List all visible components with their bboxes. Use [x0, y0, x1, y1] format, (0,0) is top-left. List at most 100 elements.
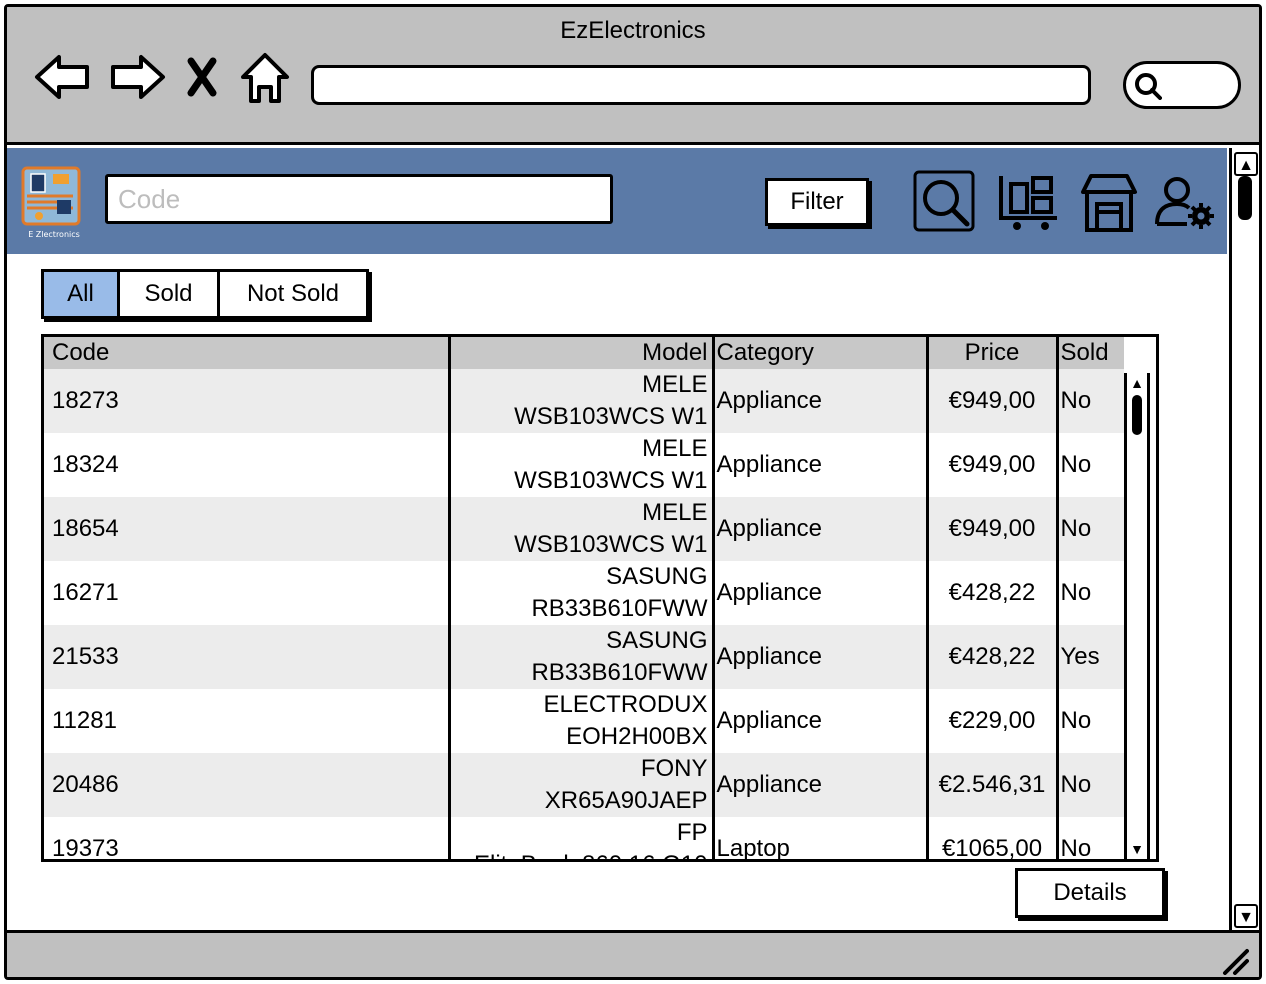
page-scroll-thumb[interactable] — [1238, 176, 1252, 220]
cell-price-text: €428,22 — [948, 643, 1036, 670]
forward-arrow-icon[interactable] — [107, 47, 167, 107]
products-table: Code Model Category Price Sold 18273 MELE… — [41, 334, 1159, 862]
cell-category-text: Appliance — [716, 579, 822, 606]
cell-code: 20486 — [44, 753, 451, 817]
cell-model-text: EliteBook 860 16 G10 — [459, 849, 708, 859]
cell-price-text: €428,22 — [948, 579, 1036, 606]
cell-sold-text: No — [1060, 707, 1092, 734]
cell-category: Appliance — [713, 689, 929, 753]
cell-price: €949,00 — [927, 369, 1059, 433]
tab-sold[interactable]: Sold — [120, 272, 220, 316]
cell-sold: No — [1057, 689, 1124, 753]
scroll-up-arrow-icon[interactable]: ▲ — [1234, 152, 1258, 176]
logo-text: E Zlectronics — [28, 230, 80, 239]
search-icon — [1134, 72, 1162, 100]
close-x-icon[interactable] — [177, 47, 227, 107]
scroll-up-arrow-icon[interactable]: ▲ — [1127, 373, 1147, 393]
cell-code-text: 16271 — [52, 579, 119, 606]
table-row[interactable]: 11281 ELECTRODUX EOH2H00BX Appliance €229,00… — [44, 689, 1124, 753]
column-header-sold[interactable]: Sold — [1057, 337, 1124, 369]
cell-sold-text: No — [1060, 387, 1092, 414]
address-bar[interactable] — [311, 65, 1091, 105]
column-header-code[interactable]: Code — [44, 337, 451, 369]
table-header-row: Code Model Category Price Sold — [44, 337, 1124, 369]
app-header: E Zlectronics Filter — [7, 148, 1227, 254]
inventory-icon[interactable] — [997, 170, 1061, 234]
cell-model: FP EliteBook 860 16 G10 — [449, 817, 715, 859]
cell-price-text: €949,00 — [948, 387, 1036, 414]
store-icon[interactable] — [1077, 170, 1141, 234]
cell-code: 18273 — [44, 369, 451, 433]
table-row[interactable]: 18273 MELE WSB103WCS W1 Appliance €949,00 No — [44, 369, 1124, 433]
table-scroll-thumb[interactable] — [1132, 395, 1142, 435]
table-row[interactable]: 20486 FONY XR65A90JAEP Appliance €2.546,31 No — [44, 753, 1124, 817]
browser-search-field[interactable] — [1123, 61, 1241, 109]
cell-sold: No — [1057, 561, 1124, 625]
sold-filter-tabs: All Sold Not Sold — [41, 269, 369, 319]
cell-code: 16271 — [44, 561, 451, 625]
cell-model-text: WSB103WCS W1 — [514, 531, 708, 558]
column-header-price[interactable]: Price — [927, 337, 1059, 369]
status-bar — [7, 930, 1259, 977]
column-header-category[interactable]: Category — [713, 337, 929, 369]
cell-price: €428,22 — [927, 561, 1059, 625]
cell-price-text: €1065,00 — [941, 835, 1043, 862]
cell-model: ELECTRODUX EOH2H00BX — [449, 689, 715, 753]
cell-model-text: MELE — [642, 435, 708, 462]
cell-code: 19373 — [44, 817, 451, 859]
cell-category: Appliance — [713, 369, 929, 433]
cell-sold-text: Yes — [1060, 643, 1100, 670]
cell-code-text: 18324 — [52, 451, 119, 478]
cell-category: Appliance — [713, 753, 929, 817]
cell-model-text: ELECTRODUX — [543, 691, 708, 718]
cell-price-text: €229,00 — [948, 707, 1036, 734]
cell-model-text: EOH2H00BX — [566, 723, 708, 750]
cell-category: Laptop — [713, 817, 929, 859]
table-scrollbar[interactable]: ▲ ▼ — [1124, 373, 1150, 859]
filter-button[interactable]: Filter — [765, 178, 869, 226]
details-button[interactable]: Details — [1015, 868, 1165, 918]
cell-category-text: Appliance — [716, 387, 822, 414]
cell-model-text: FP — [676, 819, 708, 846]
cell-model-text: MELE — [642, 371, 708, 398]
table-row[interactable]: 19373 FP EliteBook 860 16 G10 Laptop €1065,0… — [44, 817, 1124, 862]
code-search-input[interactable] — [105, 174, 613, 224]
home-icon[interactable] — [235, 47, 295, 107]
cell-category: Appliance — [713, 497, 929, 561]
cell-sold: No — [1057, 753, 1124, 817]
cell-sold-text: No — [1060, 771, 1092, 798]
page-scrollbar[interactable]: ▲ ▼ — [1229, 148, 1259, 930]
cell-model: FONY XR65A90JAEP — [449, 753, 715, 817]
resize-grip-icon[interactable] — [1219, 945, 1249, 975]
table-row[interactable]: 21533 SASUNG RB33B610FWW Appliance €428,22 Ye… — [44, 625, 1124, 689]
cell-sold: No — [1057, 497, 1124, 561]
app-area: E Zlectronics Filter All Sold Not Sold — [7, 148, 1227, 930]
cell-category-text: Appliance — [716, 451, 822, 478]
scroll-down-arrow-icon[interactable]: ▼ — [1127, 839, 1147, 859]
table-row[interactable]: 16271 SASUNG RB33B610FWW Appliance €428,22 No — [44, 561, 1124, 625]
table-row[interactable]: 18654 MELE WSB103WCS W1 Appliance €949,00 No — [44, 497, 1124, 561]
ezelectronics-logo[interactable]: E Zlectronics — [17, 162, 85, 242]
cell-price: €428,22 — [927, 625, 1059, 689]
table-row[interactable]: 18324 MELE WSB103WCS W1 Appliance €949,00 No — [44, 433, 1124, 497]
user-settings-icon[interactable] — [1153, 170, 1217, 234]
cell-sold: Yes — [1057, 625, 1124, 689]
column-header-model[interactable]: Model — [449, 337, 715, 369]
tab-all[interactable]: All — [44, 272, 120, 316]
scroll-down-arrow-icon[interactable]: ▼ — [1234, 904, 1258, 928]
cell-code-text: 21533 — [52, 643, 119, 670]
tab-not-sold[interactable]: Not Sold — [220, 272, 366, 316]
cell-code-text: 20486 — [52, 771, 119, 798]
cell-model-text: SASUNG — [606, 627, 708, 654]
browser-toolbar: EzElectronics — [7, 7, 1259, 145]
cell-price: €1065,00 — [927, 817, 1059, 862]
search-icon[interactable] — [913, 170, 977, 234]
cell-category-text: Appliance — [716, 771, 822, 798]
cell-code-text: 18273 — [52, 387, 119, 414]
cell-model: MELE WSB103WCS W1 — [449, 433, 715, 497]
cell-category-text: Appliance — [716, 643, 822, 670]
back-arrow-icon[interactable] — [33, 47, 93, 107]
cell-model-text: WSB103WCS W1 — [514, 467, 708, 494]
cell-sold: No — [1057, 817, 1124, 859]
cell-price-text: €949,00 — [948, 515, 1036, 542]
